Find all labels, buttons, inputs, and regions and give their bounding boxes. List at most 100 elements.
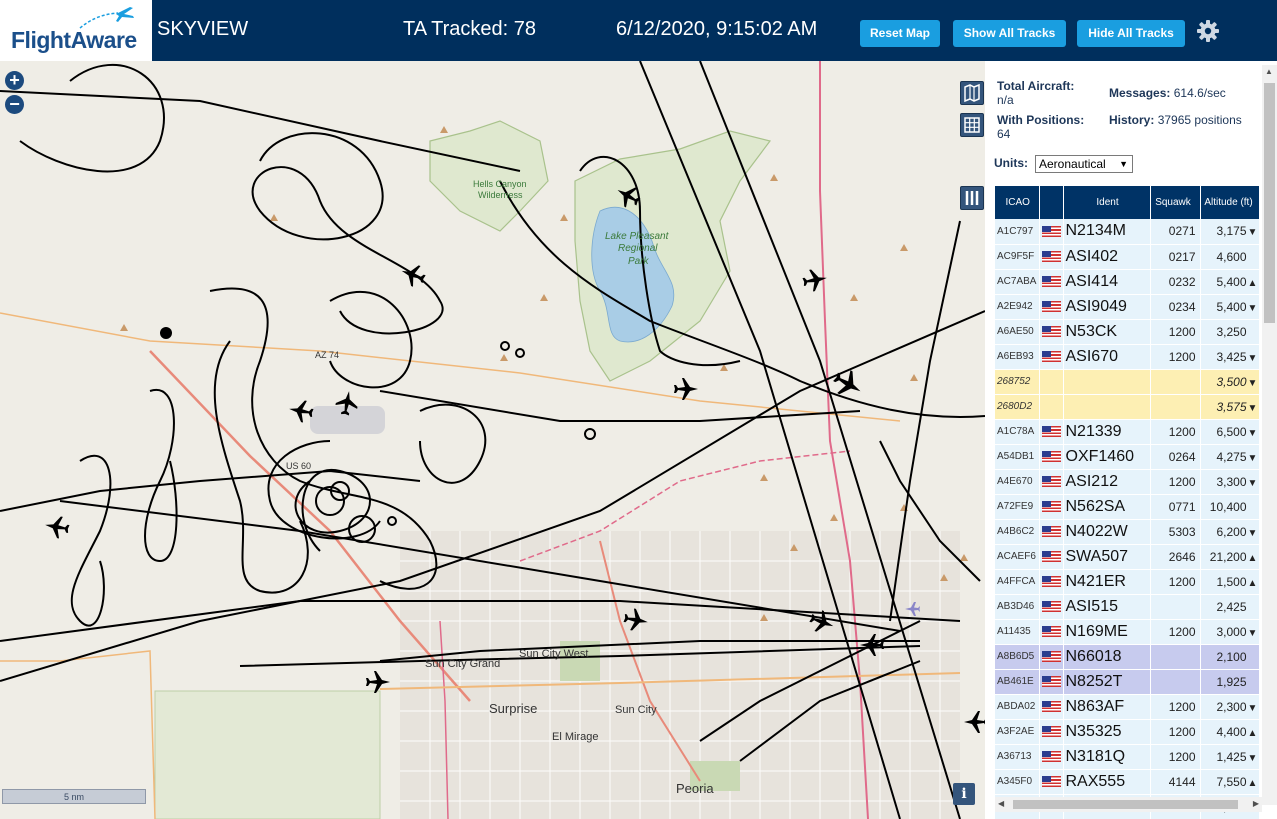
col-ident[interactable]: Ident — [1063, 186, 1151, 219]
table-row[interactable]: AB461E N8252T 1,925 — [995, 669, 1260, 695]
col-squawk[interactable]: Squawk — [1150, 186, 1201, 219]
info-button[interactable]: i — [953, 783, 975, 805]
aircraft-table-body: A1C797 N2134M 0271 3,175▼ AC9F5F ASI402 0217 4,… — [995, 219, 1260, 819]
horizontal-scrollbar[interactable]: ◀ ▶ — [995, 797, 1262, 812]
cell-altitude: 3,000▼ — [1200, 619, 1260, 645]
altitude-value: 3,575 — [1216, 399, 1247, 414]
altitude-value: 2,300 — [1216, 699, 1247, 714]
table-row[interactable]: ACAEF6 SWA507 2646 21,200▲ — [995, 544, 1260, 570]
cell-flag — [1039, 344, 1064, 370]
columns-toggle-button[interactable] — [960, 186, 984, 210]
cell-squawk: 1200 — [1150, 569, 1201, 595]
altitude-trend-icon: ▼ — [1247, 477, 1258, 489]
cell-ident: ASI515 — [1063, 594, 1151, 620]
cell-ident: ASI414 — [1063, 269, 1151, 295]
altitude-trend-icon: ▲ — [1247, 577, 1258, 589]
us-flag-icon — [1041, 651, 1061, 662]
scroll-left-icon[interactable]: ◀ — [998, 799, 1004, 808]
aircraft-table: ICAO Ident Squawk Altitude (ft) A1C797 N2… — [995, 186, 1260, 819]
cell-altitude: 4,600 — [1200, 244, 1260, 270]
gear-icon[interactable] — [1196, 19, 1220, 43]
col-icao[interactable]: ICAO — [995, 186, 1040, 219]
table-row[interactable]: A8B6D5 N66018 2,100 — [995, 644, 1260, 670]
table-row[interactable]: A36713 N3181Q 1200 1,425▼ — [995, 744, 1260, 770]
scroll-up-icon[interactable]: ▲ — [1265, 67, 1273, 76]
cell-altitude: 3,175▼ — [1200, 219, 1260, 245]
altitude-trend-icon: ▲ — [1247, 552, 1258, 564]
altitude-trend-icon: ▼ — [1247, 227, 1258, 239]
cell-icao: A54DB1 — [995, 444, 1040, 470]
airplane-icon[interactable] — [964, 711, 985, 733]
show-all-tracks-button[interactable]: Show All Tracks — [953, 20, 1066, 47]
cell-ident — [1063, 369, 1151, 395]
us-flag-icon — [1041, 726, 1061, 737]
table-row[interactable]: A2E942 ASI9049 0234 5,400▼ — [995, 294, 1260, 320]
logo-text: FlightAware — [11, 27, 137, 53]
cell-squawk: 2646 — [1150, 544, 1201, 570]
us-flag-icon — [1041, 526, 1061, 537]
table-row[interactable]: A6EB93 ASI670 1200 3,425▼ — [995, 344, 1260, 370]
map-layers-button[interactable] — [960, 81, 984, 105]
cell-icao: A72FE9 — [995, 494, 1040, 520]
table-row[interactable]: A345F0 RAX555 4144 7,550▲ — [995, 769, 1260, 795]
airplane-icon[interactable] — [43, 514, 70, 540]
table-row[interactable]: A11435 N169ME 1200 3,000▼ — [995, 619, 1260, 645]
messages-value: 614.6/sec — [1173, 86, 1226, 100]
cell-squawk: 1200 — [1150, 419, 1201, 445]
table-row[interactable]: 2680D2 3,575▼ — [995, 394, 1260, 420]
zoom-out-button[interactable]: − — [5, 95, 24, 114]
table-row[interactable]: A1C797 N2134M 0271 3,175▼ — [995, 219, 1260, 245]
cell-flag — [1039, 519, 1064, 545]
vertical-scrollbar[interactable]: ▲ — [1262, 65, 1277, 805]
table-row[interactable]: 268752 3,500▼ — [995, 369, 1260, 395]
table-row[interactable]: ABDA02 N863AF 1200 2,300▼ — [995, 694, 1260, 720]
cell-squawk: 0771 — [1150, 494, 1201, 520]
with-positions-label: With Positions: — [997, 113, 1085, 127]
table-row[interactable]: A54DB1 OXF1460 0264 4,275▼ — [995, 444, 1260, 470]
col-altitude[interactable]: Altitude (ft) — [1200, 186, 1260, 219]
zoom-in-button[interactable]: + — [5, 71, 24, 90]
table-row[interactable]: A3F2AE N35325 1200 4,400▲ — [995, 719, 1260, 745]
cell-ident: N2134M — [1063, 219, 1151, 245]
table-row[interactable]: A6AE50 N53CK 1200 3,250 — [995, 319, 1260, 345]
altitude-trend-icon: ▼ — [1247, 627, 1258, 639]
table-row[interactable]: AC7ABA ASI414 0232 5,400▲ — [995, 269, 1260, 295]
cell-squawk — [1150, 369, 1201, 395]
map-canvas[interactable]: Hells Canyon Wilderness Lake Pleasant Re… — [0, 61, 985, 819]
table-row[interactable]: A1C78A N21339 1200 6,500▼ — [995, 419, 1260, 445]
horizontal-scroll-thumb[interactable] — [1013, 800, 1238, 809]
vertical-scroll-thumb[interactable] — [1264, 83, 1275, 323]
cell-altitude: 3,250 — [1200, 319, 1260, 345]
grid-toggle-button[interactable] — [960, 113, 984, 137]
table-row[interactable]: A4E670 ASI212 1200 3,300▼ — [995, 469, 1260, 495]
table-row[interactable]: A4B6C2 N4022W 5303 6,200▼ — [995, 519, 1260, 545]
units-selected-value: Aeronautical — [1039, 157, 1106, 171]
cell-squawk: 0271 — [1150, 219, 1201, 245]
table-row[interactable]: AC9F5F ASI402 0217 4,600 — [995, 244, 1260, 270]
table-row[interactable]: AB3D46 ASI515 2,425 — [995, 594, 1260, 620]
cell-icao: A4FFCA — [995, 569, 1040, 595]
holding-circles — [315, 341, 596, 543]
col-flag — [1039, 186, 1064, 219]
logo[interactable]: FlightAware — [0, 0, 152, 61]
airplane-icon[interactable] — [398, 261, 428, 290]
map-view[interactable]: Hells Canyon Wilderness Lake Pleasant Re… — [0, 61, 985, 819]
units-select[interactable]: Aeronautical ▼ — [1035, 155, 1133, 173]
cell-altitude: 7,550▲ — [1200, 769, 1260, 795]
cell-flag — [1039, 319, 1064, 345]
airplane-icon[interactable] — [674, 378, 698, 400]
table-row[interactable]: A72FE9 N562SA 0771 10,400 — [995, 494, 1260, 520]
altitude-trend-icon: ▲ — [1247, 277, 1258, 289]
label-sun-city-grand: Sun City Grand — [425, 658, 500, 670]
scale-bar: 5 nm — [2, 789, 146, 804]
cell-altitude: 5,400▲ — [1200, 269, 1260, 295]
reset-map-button[interactable]: Reset Map — [860, 20, 940, 47]
cell-ident: RAX555 — [1063, 769, 1151, 795]
table-row[interactable]: A4FFCA N421ER 1200 1,500▲ — [995, 569, 1260, 595]
cell-ident: N863AF — [1063, 694, 1151, 720]
messages-label: Messages: — [1109, 86, 1171, 100]
with-positions-value: 64 — [997, 127, 1011, 141]
scroll-right-icon[interactable]: ▶ — [1253, 799, 1259, 808]
cell-squawk: 0217 — [1150, 244, 1201, 270]
hide-all-tracks-button[interactable]: Hide All Tracks — [1077, 20, 1185, 47]
